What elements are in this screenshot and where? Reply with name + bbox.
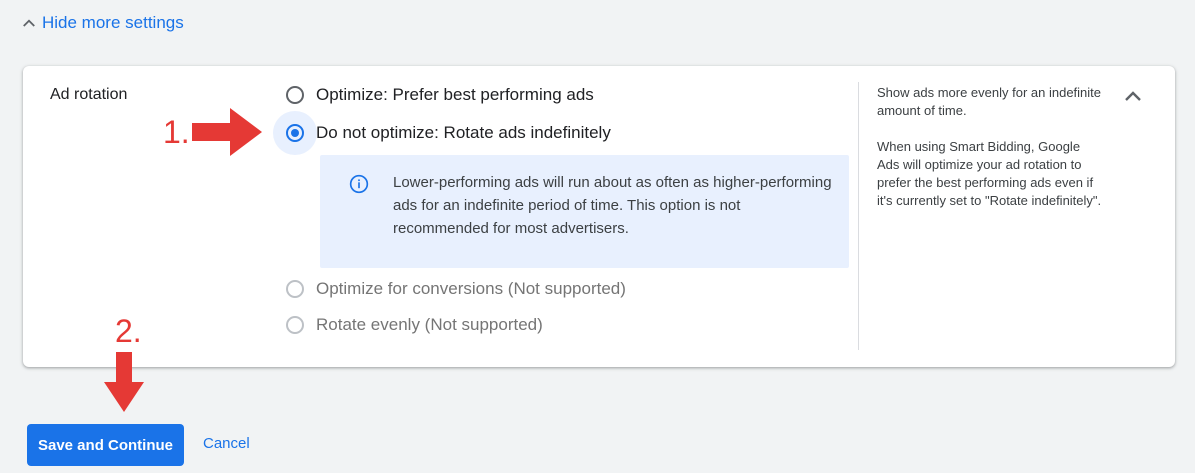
section-label: Ad rotation xyxy=(50,86,128,103)
radio-button[interactable] xyxy=(286,86,304,104)
divider xyxy=(858,82,859,350)
option-rotate-evenly[interactable]: Rotate evenly (Not supported) xyxy=(286,315,543,335)
radio-button-selected[interactable] xyxy=(286,124,304,142)
chevron-up-icon xyxy=(23,19,35,27)
hide-more-settings-toggle[interactable]: Hide more settings xyxy=(20,11,184,35)
option-label: Rotate evenly (Not supported) xyxy=(316,315,543,334)
info-icon xyxy=(349,174,369,194)
help-paragraph: When using Smart Bidding, Google Ads wil… xyxy=(877,139,1102,208)
option-label: Optimize: Prefer best performing ads xyxy=(316,85,594,104)
annotation-step-1: 1. xyxy=(163,114,190,150)
option-label: Optimize for conversions (Not supported) xyxy=(316,279,626,298)
help-paragraph: Show ads more evenly for an indefinite a… xyxy=(877,85,1102,118)
radio-button-disabled[interactable] xyxy=(286,316,304,334)
info-text: Lower-performing ads will run about as o… xyxy=(393,174,832,237)
save-and-continue-button[interactable]: Save and Continue xyxy=(27,424,184,466)
cancel-button[interactable]: Cancel xyxy=(203,435,250,452)
red-arrow-down-icon xyxy=(104,352,144,412)
option-optimize-best[interactable]: Optimize: Prefer best performing ads xyxy=(286,85,594,105)
option-label: Do not optimize: Rotate ads indefinitely xyxy=(316,123,611,142)
annotation-step-2: 2. xyxy=(115,313,142,349)
info-box: Lower-performing ads will run about as o… xyxy=(320,155,849,268)
hide-more-settings-label: Hide more settings xyxy=(42,13,184,32)
help-text: Show ads more evenly for an indefinite a… xyxy=(877,84,1102,228)
red-arrow-right-icon xyxy=(192,108,262,156)
option-do-not-optimize[interactable]: Do not optimize: Rotate ads indefinitely xyxy=(273,111,611,155)
radio-focus-ring xyxy=(273,111,317,155)
option-optimize-conversions[interactable]: Optimize for conversions (Not supported) xyxy=(286,279,626,299)
radio-button-disabled[interactable] xyxy=(286,280,304,298)
chevron-up-icon[interactable] xyxy=(1121,84,1145,108)
